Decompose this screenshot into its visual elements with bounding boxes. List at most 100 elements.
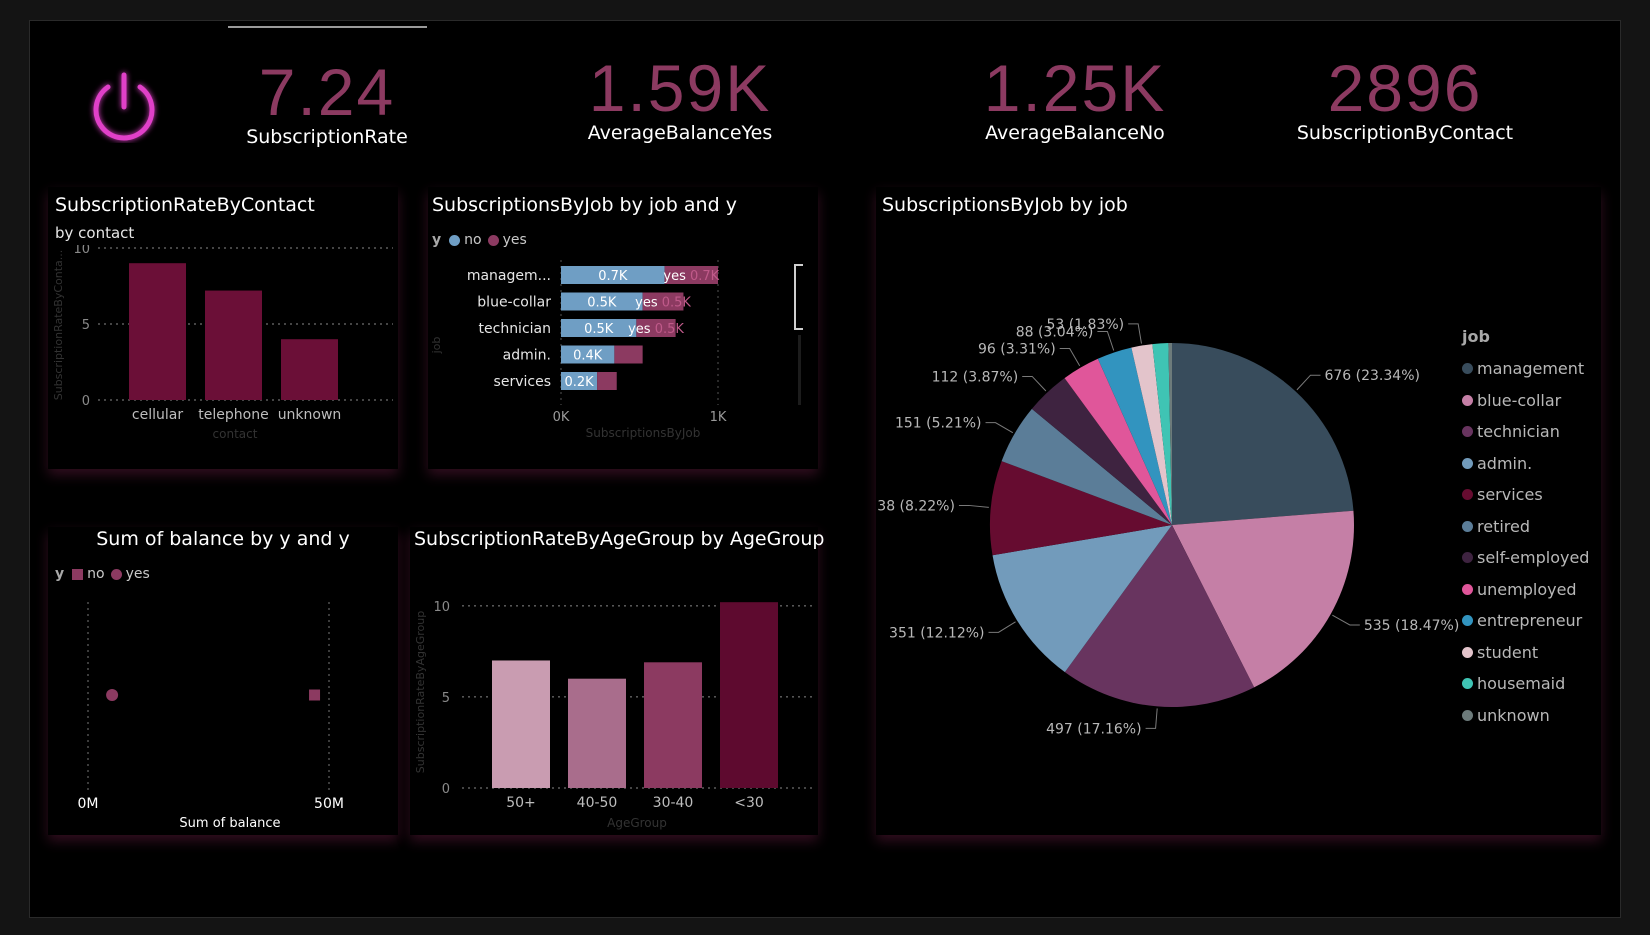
bar-yes [597,372,617,390]
legend-yes-swatch [110,568,122,580]
legend-label: blue-collar [1477,390,1562,410]
legend-swatch [1462,646,1473,658]
legend-item[interactable]: student [1462,637,1589,669]
kpi-subscription-rate: 7.24 SubscriptionRate [227,56,427,148]
legend-item[interactable]: self-employed [1462,542,1589,574]
contact-rate-bar-chart: 0 5 10 cellular telephone unknown contact Subsc… [52,245,393,441]
legend-label: unknown [1477,705,1550,725]
chart-title: SubscriptionRateByAgeGroup by AgeGroup [414,528,825,550]
legend-item[interactable]: retired [1462,511,1589,543]
x-axis-title: SubscriptionsByJob [586,426,701,440]
pie-leader-line [1128,323,1142,344]
kpi-average-balance-yes: 1.59K AverageBalanceYes [560,52,800,144]
bar [720,602,778,788]
kpi-average-balance-no: 1.25K AverageBalanceNo [955,52,1195,144]
y-tick-label: 10 [433,600,450,615]
chart-legend: y no yes [55,566,150,582]
kpi-label: AverageBalanceYes [587,122,773,144]
legend-swatch [1462,709,1473,721]
bar [644,662,702,788]
legend-yes-label: yes [125,566,150,582]
pie-data-label: 238 (8.22%) [876,498,955,514]
bar [129,263,186,400]
legend-title: job [1462,327,1490,346]
y-tick-label: blue-collar [477,295,551,311]
kpi-value: 1.59K [588,51,772,125]
pie-leader-line [1097,331,1115,351]
bar [281,339,338,400]
legend-no-label: no [464,232,482,248]
data-label-no: 0.5K [584,322,614,337]
y-tick-label: managem... [467,268,551,284]
legend-label: self-employed [1477,548,1590,568]
y-axis-title: SubscriptionRateByConta... [52,250,65,401]
x-tick-label: 0K [553,410,570,425]
kpi-value: 2896 [1327,51,1483,125]
chart-title: Sum of balance by y and y [96,528,350,550]
job-pie-chart: 676 (23.34%) 535 (18.47%) 497 (17.16%) 351 … [876,317,1459,738]
x-tick-label: 0M [78,796,99,812]
pie-data-label: 151 (5.21%) [895,416,982,432]
x-tick-label: 50+ [506,795,536,811]
x-tick-label: 40-50 [577,795,618,811]
chart-title: SubscriptionsByJob by job and y [432,194,737,216]
legend-title: y [432,232,442,248]
legend-item[interactable]: management [1462,353,1589,385]
legend-label: admin. [1477,453,1533,473]
y-axis-title: SubscriptionRateByAgeGroup [414,611,427,773]
point-yes [106,689,119,701]
legend-item[interactable]: admin. [1462,448,1589,480]
pie-data-label: 351 (12.12%) [889,625,984,641]
legend-item[interactable]: unknown [1462,700,1589,732]
data-label-yes: yes 0.5K [635,296,691,311]
x-tick-label: 50M [314,796,344,812]
scrollbar-track [798,335,801,405]
pie-data-label: 96 (3.31%) [978,342,1056,358]
y-tick-label: 0 [442,782,450,797]
legend-swatch [1462,394,1473,406]
data-label-no: 0.2K [564,375,594,390]
scrollbar-handle [794,264,803,330]
bar-yes [614,345,643,364]
legend-title: y [55,566,65,582]
bar [568,678,626,788]
x-tick-label: telephone [198,407,268,423]
y-axis-title: job [430,337,443,355]
data-label-no: 0.4K [573,349,603,364]
balance-scatter-chart: 0M 50M Sum of balance [78,602,344,831]
data-label-yes: yes 0.5K [628,322,684,337]
legend-item[interactable]: housemaid [1462,668,1589,700]
legend-no-swatch [449,234,461,246]
legend-item[interactable]: entrepreneur [1462,605,1589,637]
pie-leader-line [958,504,989,508]
chart-subtitle: by contact [55,224,135,242]
legend-item[interactable]: unemployed [1462,574,1589,606]
age-group-bar-chart: 0 5 10 50+ 40-50 30-40 <30 AgeGroup Subscription… [414,600,812,830]
chart-title: SubscriptionRateByContact [55,194,315,216]
pie-data-label: 112 (3.87%) [932,369,1019,385]
pie-leader-line [1059,348,1081,367]
y-tick-label: 5 [82,318,90,333]
legend-label: retired [1477,516,1531,536]
legend-label: housemaid [1477,674,1566,694]
x-axis-title: AgeGroup [607,816,667,830]
bar [205,290,262,400]
pie-data-label: 676 (23.34%) [1324,368,1419,384]
legend-swatch [1462,615,1473,627]
legend-swatch [1462,552,1473,564]
pie-leader-line [1022,375,1047,392]
legend-label: management [1477,359,1585,379]
x-axis-title: Sum of balance [179,816,280,831]
legend-label: entrepreneur [1477,611,1583,631]
legend-label: services [1477,485,1543,505]
legend-item[interactable]: blue-collar [1462,385,1589,417]
legend-swatch [1462,457,1473,469]
pie-data-label: 497 (17.16%) [1046,721,1141,737]
legend-item[interactable]: technician [1462,416,1589,448]
legend-swatch [1462,363,1473,375]
pie-leader-line [988,621,1016,633]
legend-label: student [1477,642,1539,662]
x-tick-label: <30 [734,795,764,811]
legend-item[interactable]: services [1462,479,1589,511]
pie-data-label: 53 (1.83%) [1046,317,1124,333]
